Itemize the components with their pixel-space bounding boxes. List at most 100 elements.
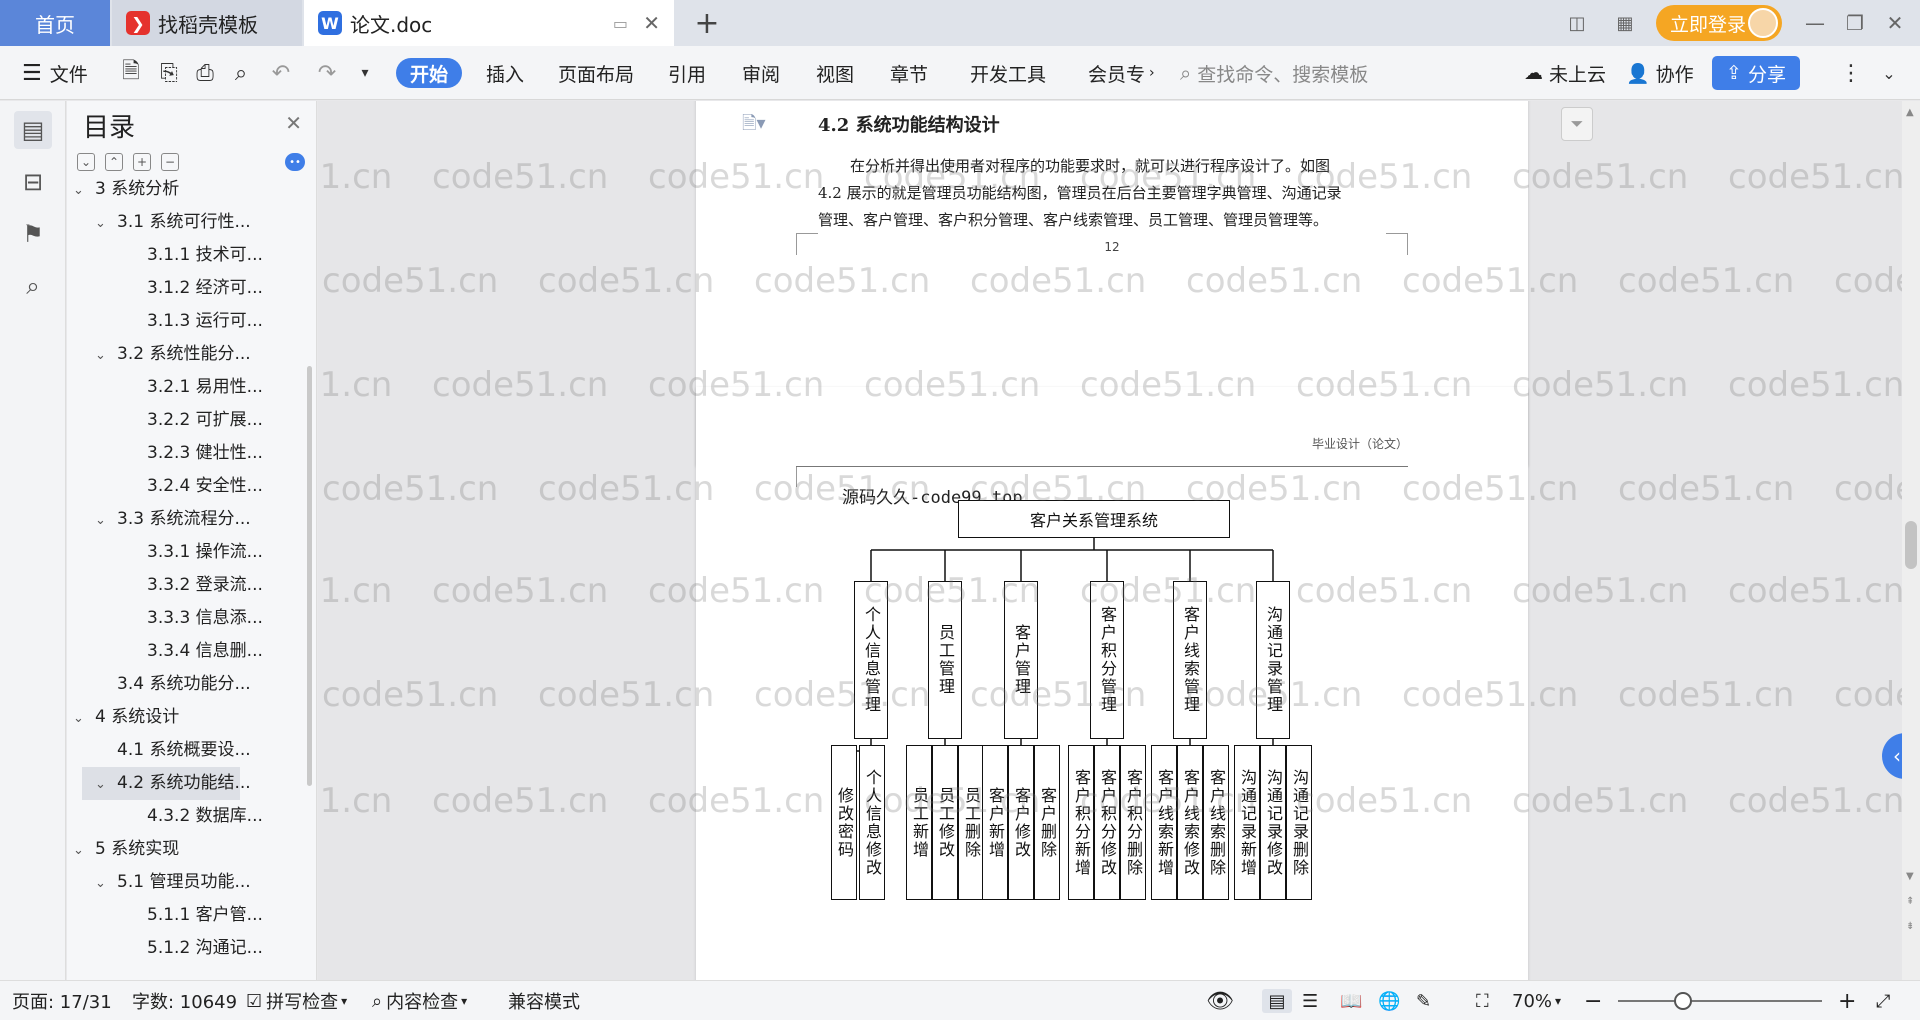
web-view-icon[interactable]: 🌐 [1378, 989, 1400, 1013]
page-view-icon[interactable]: ▤ [1262, 989, 1292, 1013]
write-mode-icon[interactable]: ✎ [1416, 989, 1431, 1013]
search-icon[interactable]: ⌕ [14, 267, 52, 305]
toc-item[interactable]: 5.1.1 客户管... [67, 899, 305, 932]
remove-heading-icon[interactable]: − [161, 153, 179, 171]
chevron-down-icon[interactable]: ⌄ [95, 504, 117, 537]
chevron-down-icon[interactable]: ⌄ [95, 339, 117, 372]
toc-item[interactable]: 3.3.4 信息删... [67, 635, 305, 668]
tab-start[interactable]: 开始 [396, 58, 462, 88]
spell-check-button[interactable]: ☑ 拼写检查 ▾ [246, 989, 347, 1014]
collapse-all-icon[interactable]: ⌄ [77, 153, 95, 171]
window-icon[interactable]: ▭ [613, 14, 628, 33]
toc-item[interactable]: 5.1.2 沟通记... [67, 932, 305, 965]
chevron-down-icon[interactable]: ⌄ [73, 174, 95, 207]
reading-view-icon[interactable]: 📖 [1340, 989, 1362, 1013]
smart-toc-icon[interactable]: •• [285, 153, 305, 171]
scroll-down-icon[interactable]: ▼ [1906, 871, 1914, 882]
zoom-slider-track[interactable] [1618, 1000, 1822, 1002]
share-button[interactable]: ⇪ 分享 [1712, 56, 1800, 90]
command-search[interactable]: ⌕ 查找命令、搜索模板 [1180, 58, 1368, 88]
tab-insert[interactable]: 插入 [486, 58, 524, 88]
toc-scrollbar[interactable] [307, 366, 312, 786]
toc-item[interactable]: ⌄ 3.3 系统流程分... [67, 503, 305, 536]
tab-document[interactable]: W 论文.doc ▭ ✕ [304, 0, 674, 46]
filter-icon[interactable]: ⏷ [1561, 107, 1593, 141]
toc-item[interactable]: ⌄ 5.1 管理员功能... [67, 866, 305, 899]
more-icon[interactable]: ⋮ [1836, 58, 1866, 88]
tab-docer[interactable]: ❯ 找稻壳模板 [112, 0, 302, 46]
close-tab-icon[interactable]: ✕ [643, 11, 660, 35]
zoom-in-button[interactable]: + [1838, 989, 1856, 1014]
save-as-icon[interactable]: ⎘ [154, 58, 184, 88]
next-page-icon[interactable]: ⇟ [1906, 921, 1914, 932]
toc-item[interactable]: 3.1.2 经济可... [67, 272, 305, 305]
collapse-ribbon-icon[interactable]: ⌄ [1874, 58, 1904, 88]
zoom-out-button[interactable]: − [1584, 989, 1602, 1014]
toc-item[interactable]: 3.3.2 登录流... [67, 569, 305, 602]
chevron-down-icon[interactable]: ⌄ [73, 702, 95, 735]
cloud-status[interactable]: ☁ 未上云 [1524, 58, 1606, 88]
toc-item[interactable]: 3.3.1 操作流... [67, 536, 305, 569]
toc-item[interactable]: 3.4 系统功能分... [67, 668, 305, 701]
collab-button[interactable]: 👤 协作 [1626, 58, 1694, 88]
toc-item[interactable]: ⌄ 3.2 系统性能分... [67, 338, 305, 371]
close-icon[interactable]: ✕ [285, 111, 302, 135]
print-icon[interactable]: ⎙ [190, 58, 220, 88]
tab-review[interactable]: 审阅 [742, 58, 780, 88]
chevron-down-icon[interactable]: ⌄ [95, 207, 117, 240]
scroll-up-icon[interactable]: ▲ [1906, 107, 1914, 118]
redo-icon[interactable]: ↷ [312, 58, 342, 88]
tab-home[interactable]: 首页 [0, 0, 110, 46]
word-count[interactable]: 字数: 10649 [132, 989, 237, 1013]
outline-view-icon[interactable]: ☰ [1302, 989, 1318, 1013]
toc-item[interactable]: ⌄ 3.1 系统可行性... [67, 206, 305, 239]
toc-item[interactable]: 3.2.3 健壮性... [67, 437, 305, 470]
fullscreen-icon[interactable]: ⤢ [1876, 989, 1890, 1013]
tab-page-layout[interactable]: 页面布局 [558, 58, 634, 88]
print-preview-icon[interactable]: ⌕ [226, 58, 256, 88]
toc-item[interactable]: 3.3.3 信息添... [67, 602, 305, 635]
layout-toggle-icon[interactable]: ◫ [1562, 8, 1592, 38]
bookmark-icon[interactable]: ⚑ [14, 215, 52, 253]
page-indicator[interactable]: 页面: 17/31 [12, 989, 112, 1013]
document-area[interactable]: 🗎▾ 4.2 系统功能结构设计 在分析并得出使用者对程序的功能要求时，就可以进行… [318, 101, 1902, 980]
file-menu[interactable]: ☰ 文件 [22, 58, 88, 88]
tab-reference[interactable]: 引用 [668, 58, 706, 88]
restore-icon[interactable]: ❐ [1840, 8, 1870, 38]
toc-item[interactable]: 3.1.3 运行可... [67, 305, 305, 338]
add-heading-icon[interactable]: + [133, 153, 151, 171]
login-button[interactable]: 立即登录 [1656, 5, 1782, 41]
expand-up-icon[interactable]: ⌃ [105, 153, 123, 171]
tab-devtools[interactable]: 开发工具 [970, 58, 1046, 88]
vertical-scrollbar[interactable]: ▲ ▼ ⇞ ⇟ [1902, 101, 1920, 980]
navigation-pane-icon[interactable]: ⊟ [14, 163, 52, 201]
toc-panel-icon[interactable]: ▤ [14, 111, 52, 149]
toc-item[interactable]: 4.1 系统概要设... [67, 734, 305, 767]
chevron-down-icon[interactable]: ⌄ [95, 867, 117, 900]
toc-item[interactable]: ⌄ 4 系统设计 [67, 701, 305, 734]
save-icon[interactable]: 🗎 [116, 58, 146, 88]
toc-item[interactable]: 3.2.2 可扩展... [67, 404, 305, 437]
tab-member[interactable]: 会员专 › [1088, 58, 1155, 88]
side-panel-toggle-icon[interactable]: ‹ [1882, 733, 1902, 779]
paragraph-icon[interactable]: 🗎▾ [742, 111, 766, 141]
prev-page-icon[interactable]: ⇞ [1906, 896, 1914, 907]
grid-apps-icon[interactable]: ▦ [1610, 8, 1640, 38]
toc-item[interactable]: 3.2.4 安全性... [67, 470, 305, 503]
toc-item[interactable]: ⌄ 4.2 系统功能结... [82, 767, 251, 801]
content-check-button[interactable]: ⌕ 内容检查 ▾ [372, 989, 467, 1014]
close-window-icon[interactable]: ✕ [1880, 8, 1910, 38]
tab-chapter[interactable]: 章节 [890, 58, 928, 88]
toc-item[interactable]: 3.2.1 易用性... [67, 371, 305, 404]
tab-view[interactable]: 视图 [816, 58, 854, 88]
quick-access-dropdown-icon[interactable]: ▾ [350, 58, 380, 88]
chevron-down-icon[interactable]: ⌄ [95, 768, 117, 801]
minimize-icon[interactable]: — [1800, 8, 1830, 38]
zoom-level[interactable]: 70% ▾ [1512, 989, 1561, 1013]
scroll-thumb[interactable] [1905, 521, 1917, 569]
chevron-down-icon[interactable]: ⌄ [73, 834, 95, 867]
undo-icon[interactable]: ↶ [266, 58, 296, 88]
toc-item[interactable]: ⌄ 5 系统实现 [67, 833, 305, 866]
toc-item[interactable]: 3.1.1 技术可... [67, 239, 305, 272]
eye-protection-icon[interactable]: 👁 [1206, 989, 1234, 1014]
